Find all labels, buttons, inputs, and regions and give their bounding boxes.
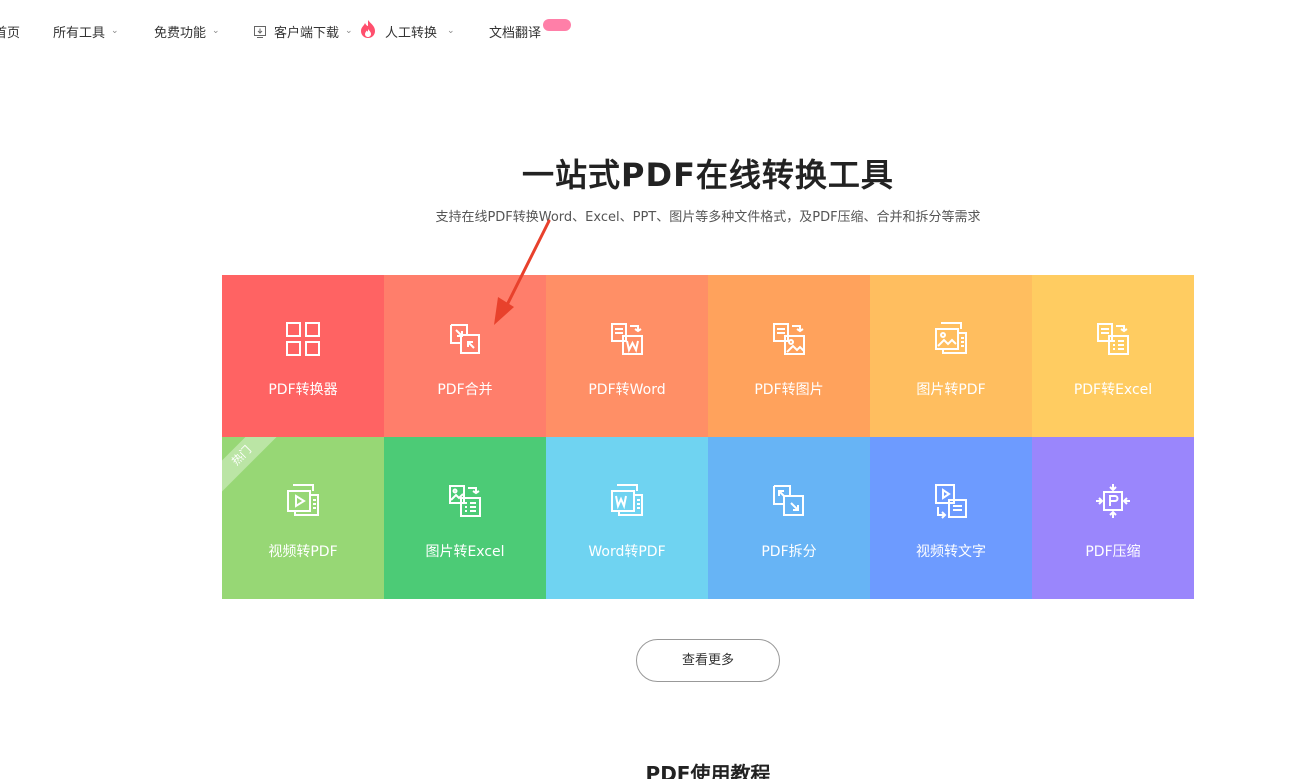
download-icon	[254, 25, 266, 38]
pdf-to-image-icon	[771, 321, 807, 357]
tool-pdf-to-excel[interactable]: PDF转Excel	[1032, 275, 1194, 437]
tool-label: PDF合并	[437, 382, 493, 398]
new-badge	[543, 19, 571, 31]
view-more-button[interactable]: 查看更多	[636, 639, 780, 682]
hot-badge: 热门	[222, 437, 286, 500]
tool-label: PDF转图片	[754, 382, 824, 398]
tool-image-to-pdf[interactable]: 图片转PDF	[870, 275, 1032, 437]
tool-video-to-text[interactable]: 视频转文字	[870, 437, 1032, 599]
page-subtitle: 支持在线PDF转换Word、Excel、PPT、图片等多种文件格式，及PDF压缩…	[435, 210, 981, 225]
image-to-pdf-icon	[933, 321, 969, 357]
tutorial-section-title: PDF使用教程	[645, 762, 771, 779]
nav-free-features[interactable]: 免费功能 ⌄	[154, 22, 220, 42]
nav-doc-translate-label: 文档翻译	[489, 26, 542, 41]
top-nav: 首页 所有工具 ⌄ 免费功能 ⌄ 客户端下载 ⌄ 人工转换 ⌄ 文档翻译	[0, 0, 1302, 62]
nav-doc-translate[interactable]: 文档翻译	[489, 22, 541, 41]
nav-home[interactable]: 首页	[0, 22, 20, 41]
tool-video-to-pdf[interactable]: 热门 视频转PDF	[222, 437, 384, 599]
tool-word-to-pdf[interactable]: Word转PDF	[546, 437, 708, 599]
tool-label: 图片转Excel	[425, 544, 505, 560]
video-to-text-icon	[933, 483, 969, 519]
nav-client-download-label: 客户端下载	[274, 26, 340, 41]
split-icon	[771, 483, 807, 519]
tool-label: PDF转Excel	[1073, 382, 1153, 398]
nav-human-convert[interactable]: 人工转换 ⌄	[359, 17, 455, 41]
nav-human-convert-label: 人工转换	[385, 26, 438, 41]
tool-label: 视频转PDF	[268, 544, 338, 560]
tool-pdf-split[interactable]: PDF拆分	[708, 437, 870, 599]
grid-icon	[285, 321, 321, 357]
tool-label: 视频转文字	[916, 544, 986, 560]
tool-pdf-compress[interactable]: PDF压缩	[1032, 437, 1194, 599]
tool-label: Word转PDF	[588, 544, 666, 560]
nav-home-label: 首页	[0, 26, 21, 41]
page-title: 一站式PDF在线转换工具	[522, 156, 894, 194]
compress-icon	[1095, 483, 1131, 519]
nav-client-download[interactable]: 客户端下载 ⌄	[254, 22, 353, 41]
chevron-down-icon: ⌄	[111, 25, 119, 36]
word-to-pdf-icon	[609, 483, 645, 519]
flame-icon	[359, 19, 377, 39]
pdf-to-excel-icon	[1095, 321, 1131, 357]
tool-image-to-excel[interactable]: 图片转Excel	[384, 437, 546, 599]
tool-label: PDF压缩	[1085, 544, 1141, 560]
tool-pdf-converter[interactable]: PDF转换器	[222, 275, 384, 437]
image-to-excel-icon	[447, 483, 483, 519]
tool-label: PDF拆分	[761, 544, 817, 560]
merge-icon	[447, 321, 483, 357]
tool-pdf-to-image[interactable]: PDF转图片	[708, 275, 870, 437]
tool-label: 图片转PDF	[916, 382, 986, 398]
pdf-to-word-icon	[609, 321, 645, 357]
tool-pdf-to-word[interactable]: PDF转Word	[546, 275, 708, 437]
nav-all-tools-label: 所有工具	[53, 26, 106, 41]
tool-label: PDF转换器	[268, 382, 338, 398]
nav-all-tools[interactable]: 所有工具 ⌄	[53, 22, 119, 42]
tool-pdf-merge[interactable]: PDF合并	[384, 275, 546, 437]
chevron-down-icon: ⌄	[212, 25, 220, 36]
video-to-pdf-icon	[285, 483, 321, 519]
nav-free-features-label: 免费功能	[154, 26, 207, 41]
tool-grid: PDF转换器 PDF合并 PDF转Word PDF转图片 图片转PDF PDF转…	[222, 275, 1194, 599]
tool-label: PDF转Word	[588, 382, 666, 398]
chevron-down-icon: ⌄	[345, 25, 353, 36]
chevron-down-icon: ⌄	[447, 25, 455, 36]
